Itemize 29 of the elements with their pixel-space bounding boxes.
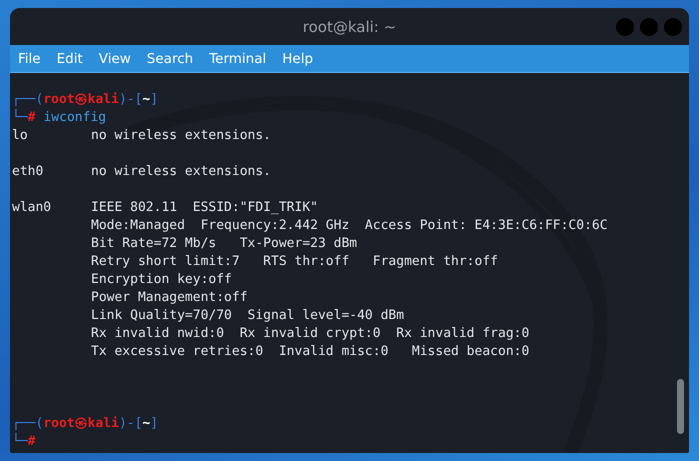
prompt-line: ┌──(root㉿kali)-[~] bbox=[12, 416, 158, 431]
output-line: Tx excessive retries:0 Invalid misc:0 Missed beacon:0 bbox=[91, 343, 530, 361]
output-line: Rx invalid nwid:0 Rx invalid crypt:0 Rx invalid frag:0 bbox=[91, 325, 530, 343]
scrollbar-thumb[interactable] bbox=[677, 379, 684, 434]
output-line: Encryption key:off bbox=[91, 271, 232, 289]
minimize-button[interactable] bbox=[616, 18, 634, 36]
interface-name: lo bbox=[12, 127, 29, 145]
menu-item[interactable]: Help bbox=[282, 50, 314, 66]
output-line: Power Management:off bbox=[91, 289, 248, 307]
output-line: no wireless extensions. bbox=[91, 163, 272, 181]
menu-item[interactable]: Terminal bbox=[209, 50, 266, 66]
interface-name: eth0 bbox=[12, 163, 44, 181]
interface-name: wlan0 bbox=[12, 199, 52, 217]
output-line: Link Quality=70/70 Signal level=-40 dBm bbox=[91, 307, 404, 325]
output-line: Retry short limit:7 RTS thr:off Fragment thr:off bbox=[91, 253, 498, 271]
output-line: no wireless extensions. bbox=[91, 127, 272, 145]
close-button[interactable] bbox=[664, 18, 682, 36]
command-line: └─# bbox=[12, 434, 36, 449]
menu-item[interactable]: Search bbox=[146, 50, 194, 66]
prompt-line: ┌──(root㉿kali)-[~] bbox=[12, 92, 158, 107]
command-line: └─# iwconfig bbox=[12, 110, 106, 125]
window-title: root@kali: ~ bbox=[302, 18, 396, 36]
output-line: Mode:Managed Frequency:2.442 GHz Access Point: E4:3E:C6:FF:C0:6C bbox=[91, 217, 608, 235]
output-line: Bit Rate=72 Mb/s Tx-Power=23 dBm bbox=[91, 235, 358, 253]
output-line: IEEE 802.11 ESSID:"FDI_TRIK" bbox=[91, 199, 318, 217]
menu-item[interactable]: Edit bbox=[56, 50, 83, 66]
maximize-button[interactable] bbox=[640, 18, 658, 36]
menu-item[interactable]: View bbox=[98, 50, 131, 66]
menu-item[interactable]: File bbox=[18, 50, 41, 66]
